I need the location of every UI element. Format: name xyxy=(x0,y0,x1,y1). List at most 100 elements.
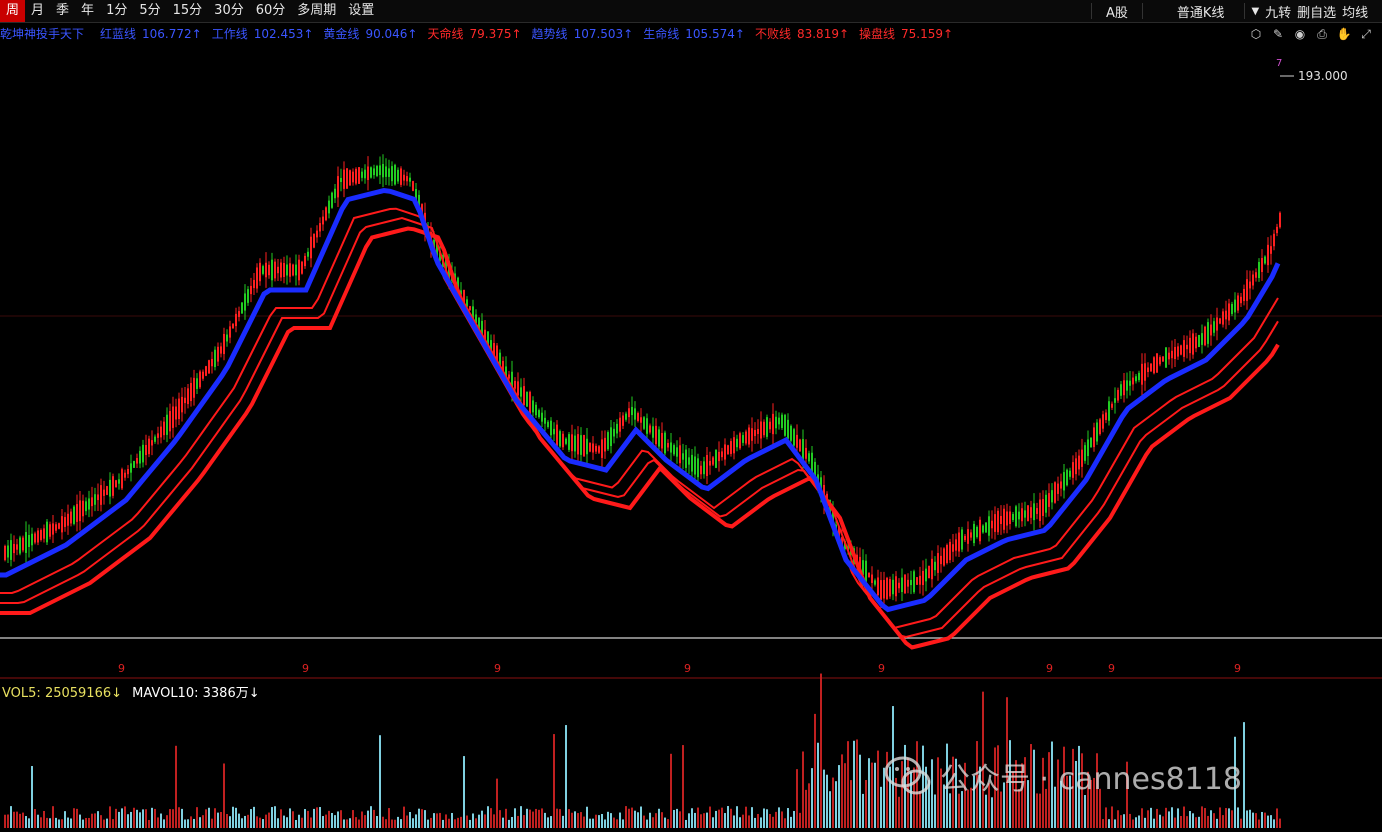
volume-bar xyxy=(484,814,486,828)
volume-bar xyxy=(1243,722,1245,828)
watermark-text: 公众号 · cannes8118 xyxy=(940,762,1242,797)
volume-bar xyxy=(193,818,195,828)
volume-bar xyxy=(481,810,483,828)
volume-bar xyxy=(535,808,537,828)
volume-bar xyxy=(25,816,27,828)
volume-bar xyxy=(103,819,105,828)
volume-bar xyxy=(265,814,267,828)
volume-bar xyxy=(871,762,873,828)
volume-bar xyxy=(613,817,615,828)
volume-bar xyxy=(622,819,624,828)
volume-bar xyxy=(250,809,252,828)
volume-bar xyxy=(1117,810,1119,828)
volume-bar xyxy=(1192,813,1194,828)
volume-bar xyxy=(406,815,408,828)
volume-bar xyxy=(31,766,33,828)
volume-bar xyxy=(568,809,570,828)
volume-bar xyxy=(52,806,54,828)
nine-marker: 9 xyxy=(302,662,309,675)
volume-bar xyxy=(589,818,591,828)
volume-bar xyxy=(529,809,531,828)
volume-bar xyxy=(949,793,951,828)
volume-bar xyxy=(1129,813,1131,828)
volume-bar xyxy=(1105,807,1107,828)
volume-bar xyxy=(235,807,237,828)
volume-bar xyxy=(328,810,330,828)
wechat-icon xyxy=(884,756,931,795)
volume-bar xyxy=(1147,810,1149,828)
volume-bar xyxy=(340,810,342,828)
volume-bar xyxy=(1228,808,1230,828)
volume-bar xyxy=(898,796,900,828)
volume-bar xyxy=(691,808,693,828)
volume-bar xyxy=(502,817,504,828)
volume-bar xyxy=(1216,818,1218,828)
volume-bar xyxy=(598,815,600,828)
volume-bar xyxy=(1195,817,1197,828)
red-line-1 xyxy=(0,226,1280,650)
volume-bar xyxy=(40,817,42,828)
volume-bar xyxy=(859,754,861,828)
volume-bar xyxy=(1108,819,1110,828)
volume-bar xyxy=(445,814,447,828)
volume-bar xyxy=(211,818,213,828)
volume-bar xyxy=(82,819,84,828)
volume-bar xyxy=(727,806,729,828)
nine-marker: 9 xyxy=(878,662,885,675)
volume-bar xyxy=(1138,815,1140,828)
volume-bar xyxy=(244,815,246,828)
volume-bar xyxy=(814,713,816,828)
volume-bar xyxy=(94,813,96,828)
volume-bar xyxy=(1036,793,1038,828)
volume-bar xyxy=(253,806,255,828)
volume-bar xyxy=(196,807,198,828)
volume-bar xyxy=(382,816,384,828)
volume-bar xyxy=(742,814,744,828)
volume-bar xyxy=(424,810,426,828)
volume-bar xyxy=(1165,807,1167,828)
volume-bar xyxy=(241,818,243,828)
volume-bar xyxy=(106,818,108,828)
volume-bar xyxy=(1267,815,1269,828)
volume-bar xyxy=(46,817,48,828)
volume-bar xyxy=(631,807,633,828)
volume-bar xyxy=(1120,815,1122,828)
volume-bar xyxy=(184,819,186,828)
volume-bar xyxy=(745,806,747,828)
volume-bar xyxy=(73,808,75,828)
candlestick-chart[interactable]: 193.000 7 xyxy=(0,0,1382,832)
volume-bar xyxy=(454,819,456,828)
volume-bar xyxy=(1084,795,1086,828)
volume-bar xyxy=(646,819,648,828)
volume-bar xyxy=(1132,819,1134,828)
volume-bar xyxy=(475,818,477,828)
volume-bar xyxy=(124,806,126,828)
volume-bar xyxy=(274,806,276,828)
volume-bar xyxy=(1123,814,1125,828)
volume-bar xyxy=(478,814,480,828)
volume-bar xyxy=(154,808,156,828)
volume-bar xyxy=(16,811,18,828)
volume-bar xyxy=(874,762,876,828)
volume-bar xyxy=(805,789,807,828)
volume-bar xyxy=(544,812,546,828)
volume-bar xyxy=(712,817,714,828)
volume-bar xyxy=(148,819,150,828)
volume-bar xyxy=(13,811,15,828)
volume-bar xyxy=(139,812,141,828)
volume-bar xyxy=(421,809,423,828)
mavol10-label: MAVOL10: xyxy=(132,686,199,701)
volume-bar xyxy=(4,814,6,828)
volume-bar xyxy=(181,808,183,828)
volume-bar xyxy=(208,807,210,828)
volume-bar xyxy=(1261,811,1263,828)
volume-bar xyxy=(487,806,489,828)
volume-bar xyxy=(280,809,282,828)
volume-bar xyxy=(412,818,414,828)
volume-bar xyxy=(346,819,348,828)
volume-bar xyxy=(766,809,768,828)
volume-bar xyxy=(1246,810,1248,828)
volume-bar xyxy=(259,817,261,828)
volume-bar xyxy=(298,814,300,828)
volume-bar xyxy=(1237,807,1239,828)
